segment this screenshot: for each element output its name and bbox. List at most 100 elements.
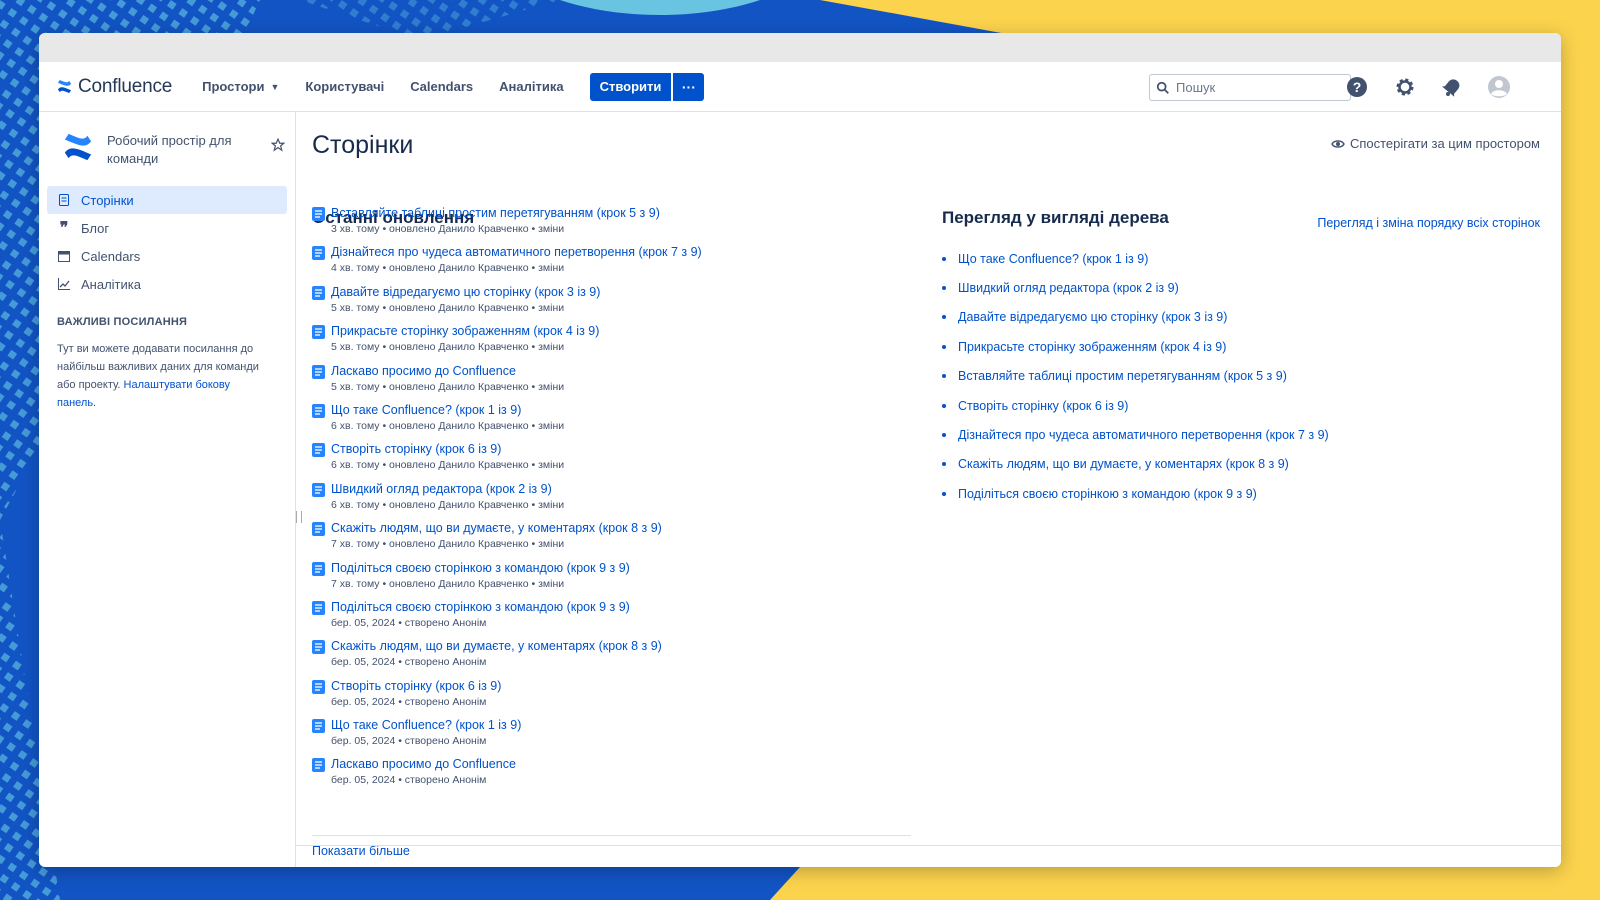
settings-icon[interactable] [1393,75,1417,99]
sidebar-resize-handle[interactable] [296,511,302,523]
recent-update-meta: 5 хв. тому • оновлено Данило Кравченко •… [331,380,565,393]
window-titlebar [39,33,1561,62]
recent-update-link[interactable]: Вставляйте таблиці простим перетягування… [331,205,660,221]
top-navigation: Confluence Простори ▼ Користувачі Calend… [39,62,1561,112]
eye-icon [1331,139,1345,148]
recent-update-link[interactable]: Прикрасьте сторінку зображенням (крок 4 … [331,323,599,339]
recent-update-body: Ласкаво просимо до Confluence 5 хв. тому … [331,363,564,402]
recent-update-link[interactable]: Поділіться своєю сторінкою з командою (к… [331,560,630,576]
recent-update-link[interactable]: Скажіть людям, що ви думаєте, у коментар… [331,520,662,536]
browser-window: Confluence Простори ▼ Користувачі Calend… [39,33,1561,867]
tree-item-link[interactable]: Створіть сторінку (крок 6 із 9) [958,399,1128,413]
recent-update-meta: бер. 05, 2024 • створено Анонім [331,735,487,748]
show-more-link[interactable]: Показати більше [312,844,410,858]
recent-update-body: Поділіться своєю сторінкою з командою (к… [331,560,630,599]
nav-analytics[interactable]: Аналітика [499,79,563,94]
tree-item-link[interactable]: Поділіться своєю сторінкою з командою (к… [958,487,1257,501]
bullet-icon [942,256,946,261]
nav-calendars[interactable]: Calendars [410,79,473,94]
search-input[interactable]: Пошук [1149,74,1351,101]
recent-update-body: Дізнайтеся про чудеса автоматичного пере… [331,244,702,283]
tree-item-link[interactable]: Швидкий огляд редактора (крок 2 із 9) [958,281,1179,295]
recent-update-item: Скажіть людям, що ви думаєте, у коментар… [312,638,912,677]
recent-update-link[interactable]: Поділіться своєю сторінкою з командою (к… [331,599,630,615]
footer-divider [296,845,1561,846]
recent-update-link[interactable]: Що таке Confluence? (крок 1 із 9) [331,402,564,418]
recent-update-body: Скажіть людям, що ви думаєте, у коментар… [331,520,662,559]
confluence-logo[interactable]: Confluence [57,76,172,98]
page-icon [312,600,325,615]
recent-update-link[interactable]: Давайте відредагуємо цю сторінку (крок 3… [331,284,600,300]
recent-update-link[interactable]: Скажіть людям, що ви думаєте, у коментар… [331,638,662,654]
recent-update-meta: 5 хв. тому • оновлено Данило Кравченко •… [331,301,565,314]
notifications-icon[interactable] [1440,75,1464,99]
help-icon[interactable]: ? [1345,75,1369,99]
recent-update-meta: 6 хв. тому • оновлено Данило Кравченко •… [331,459,565,472]
recent-update-body: Ласкаво просимо до Confluence бер. 05, 20… [331,756,516,795]
tree-item-link[interactable]: Дізнайтеся про чудеса автоматичного пере… [958,428,1329,442]
recent-update-item: Скажіть людям, що ви думаєте, у коментар… [312,520,912,559]
sidebar-item-label: Calendars [81,248,141,264]
recent-update-body: Скажіть людям, що ви думаєте, у коментар… [331,638,662,677]
page-icon [312,719,325,734]
nav-people[interactable]: Користувачі [305,79,384,94]
recent-update-link[interactable]: Дізнайтеся про чудеса автоматичного пере… [331,244,702,260]
tree-view-title: Перегляд у вигляді дерева [942,208,1169,227]
sidebar-item-calendars[interactable]: Calendars [47,242,287,270]
star-icon[interactable] [271,138,285,152]
sidebar-item-blog[interactable]: ❞ Блог [47,214,287,242]
recent-update-body: Що таке Confluence? (крок 1 із 9) 6 хв. т… [331,402,564,441]
tree-item-link[interactable]: Вставляйте таблиці простим перетягування… [958,369,1287,383]
page-icon [312,679,325,694]
space-logo-icon [64,133,92,161]
tree-item-link[interactable]: Прикрасьте сторінку зображенням (крок 4 … [958,340,1226,354]
important-links-title: ВАЖЛИВІ ПОСИЛАННЯ [57,316,188,328]
bullet-icon [942,374,946,379]
recent-update-link[interactable]: Створіть сторінку (крок 6 із 9) [331,678,501,694]
bullet-icon [942,344,946,349]
space-name[interactable]: Робочий простір для команди [107,132,247,168]
recent-update-link[interactable]: Створіть сторінку (крок 6 із 9) [331,441,564,457]
nav-spaces[interactable]: Простори ▼ [202,79,279,94]
page-icon [312,522,325,537]
recent-update-meta: бер. 05, 2024 • створено Анонім [331,616,487,629]
page-icon [312,403,325,418]
app-name: Confluence [78,75,173,97]
nav-spaces-label: Простори [202,79,265,94]
bullet-icon [942,462,946,467]
recent-update-item: Створіть сторінку (крок 6 із 9) бер. 05, … [312,678,912,717]
bullet-icon [942,286,946,291]
recent-update-item: Що таке Confluence? (крок 1 із 9) бер. 05… [312,717,912,756]
recent-update-item: Створіть сторінку (крок 6 із 9) 6 хв. том… [312,441,912,480]
chevron-down-icon: ▼ [270,81,280,92]
tree-item: Швидкий огляд редактора (крок 2 із 9) [942,273,1329,302]
tree-item-link[interactable]: Що таке Confluence? (крок 1 із 9) [958,252,1148,266]
space-header[interactable]: Робочий простір для команди [63,132,295,168]
recent-update-body: Давайте відредагуємо цю сторінку (крок 3… [331,284,600,323]
watch-space-button[interactable]: Спостерігати за цим простором [1331,136,1540,151]
create-button[interactable]: Створити [589,72,672,101]
page-icon [312,443,325,458]
recent-update-link[interactable]: Ласкаво просимо до Confluence [331,756,516,772]
tree-item: Що таке Confluence? (крок 1 із 9) [942,244,1329,273]
page-title: Сторінки [312,131,414,159]
recent-update-link[interactable]: Швидкий огляд редактора (крок 2 із 9) [331,481,564,497]
calendar-icon [57,249,71,263]
tree-item-link[interactable]: Скажіть людям, що ви думаєте, у коментар… [958,457,1289,471]
reorder-pages-link[interactable]: Перегляд і зміна порядку всіх сторінок [1317,216,1540,230]
user-avatar-icon[interactable] [1487,75,1511,99]
page-tree: Що таке Confluence? (крок 1 із 9) Швидкий… [942,244,1329,509]
sidebar-item-pages[interactable]: Сторінки [47,186,287,214]
chart-icon [57,277,71,291]
page-icon [312,758,325,773]
sidebar-item-analytics[interactable]: Аналітика [47,270,287,298]
recent-update-meta: бер. 05, 2024 • створено Анонім [331,774,487,787]
bullet-icon [942,491,946,496]
create-more-button[interactable]: ··· [673,72,705,101]
recent-update-link[interactable]: Ласкаво просимо до Confluence [331,363,564,379]
tree-item-link[interactable]: Давайте відредагуємо цю сторінку (крок 3… [958,310,1227,324]
page-icon [312,482,325,497]
tree-item: Прикрасьте сторінку зображенням (крок 4 … [942,332,1329,361]
recent-update-meta: бер. 05, 2024 • створено Анонім [331,656,487,669]
recent-update-link[interactable]: Що таке Confluence? (крок 1 із 9) [331,717,521,733]
